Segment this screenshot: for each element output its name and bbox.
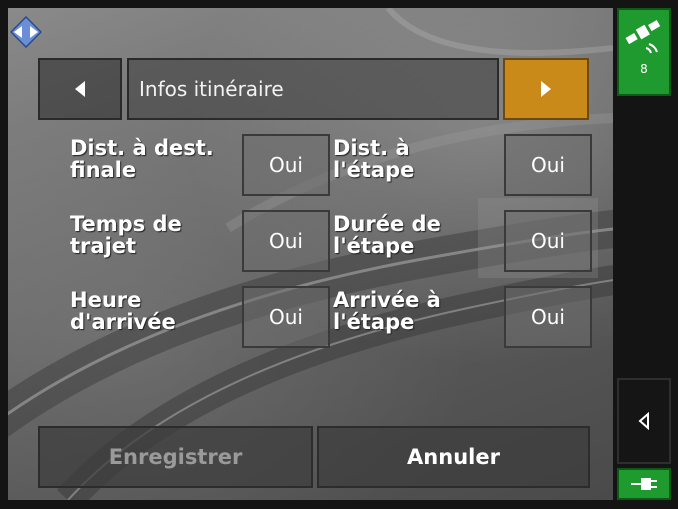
option-label-dist-dest: Dist. à dest. finale (70, 136, 214, 182)
option-label-temps-trajet: Temps de trajet (70, 212, 182, 258)
chevron-left-icon (638, 412, 649, 430)
power-status-indicator[interactable] (617, 468, 671, 500)
option-label-arrivee-etape: Arrivée à l'étape (333, 288, 441, 334)
power-plug-icon (631, 478, 657, 490)
arrow-right-icon (541, 81, 551, 97)
option-toggle-arrivee-etape[interactable]: Oui (504, 286, 592, 348)
option-toggle-heure-arrivee[interactable]: Oui (242, 286, 330, 348)
next-page-button[interactable] (503, 58, 589, 120)
option-toggle-temps-trajet[interactable]: Oui (242, 210, 330, 272)
option-label-dist-etape: Dist. à l'étape (333, 136, 415, 182)
device-screen: Infos itinéraire Dist. à dest. finale Ou… (0, 0, 678, 509)
option-label-heure-arrivee: Heure d'arrivée (70, 288, 176, 334)
page-title-box: Infos itinéraire (127, 58, 499, 120)
side-back-button[interactable] (617, 378, 671, 464)
gps-status-indicator[interactable]: 8 (617, 8, 671, 96)
option-toggle-dist-dest[interactable]: Oui (242, 134, 330, 196)
arrow-left-icon (75, 81, 85, 97)
satellite-icon (625, 20, 661, 54)
option-toggle-dist-etape[interactable]: Oui (504, 134, 592, 196)
satellite-count: 8 (640, 62, 648, 76)
save-button[interactable]: Enregistrer (38, 426, 313, 488)
page-title: Infos itinéraire (139, 77, 284, 101)
previous-page-button[interactable] (38, 58, 122, 120)
option-label-duree-etape: Durée de l'étape (333, 212, 441, 258)
option-toggle-duree-etape[interactable]: Oui (504, 210, 592, 272)
cancel-button[interactable]: Annuler (317, 426, 590, 488)
diamond-nav-icon[interactable] (9, 15, 43, 49)
